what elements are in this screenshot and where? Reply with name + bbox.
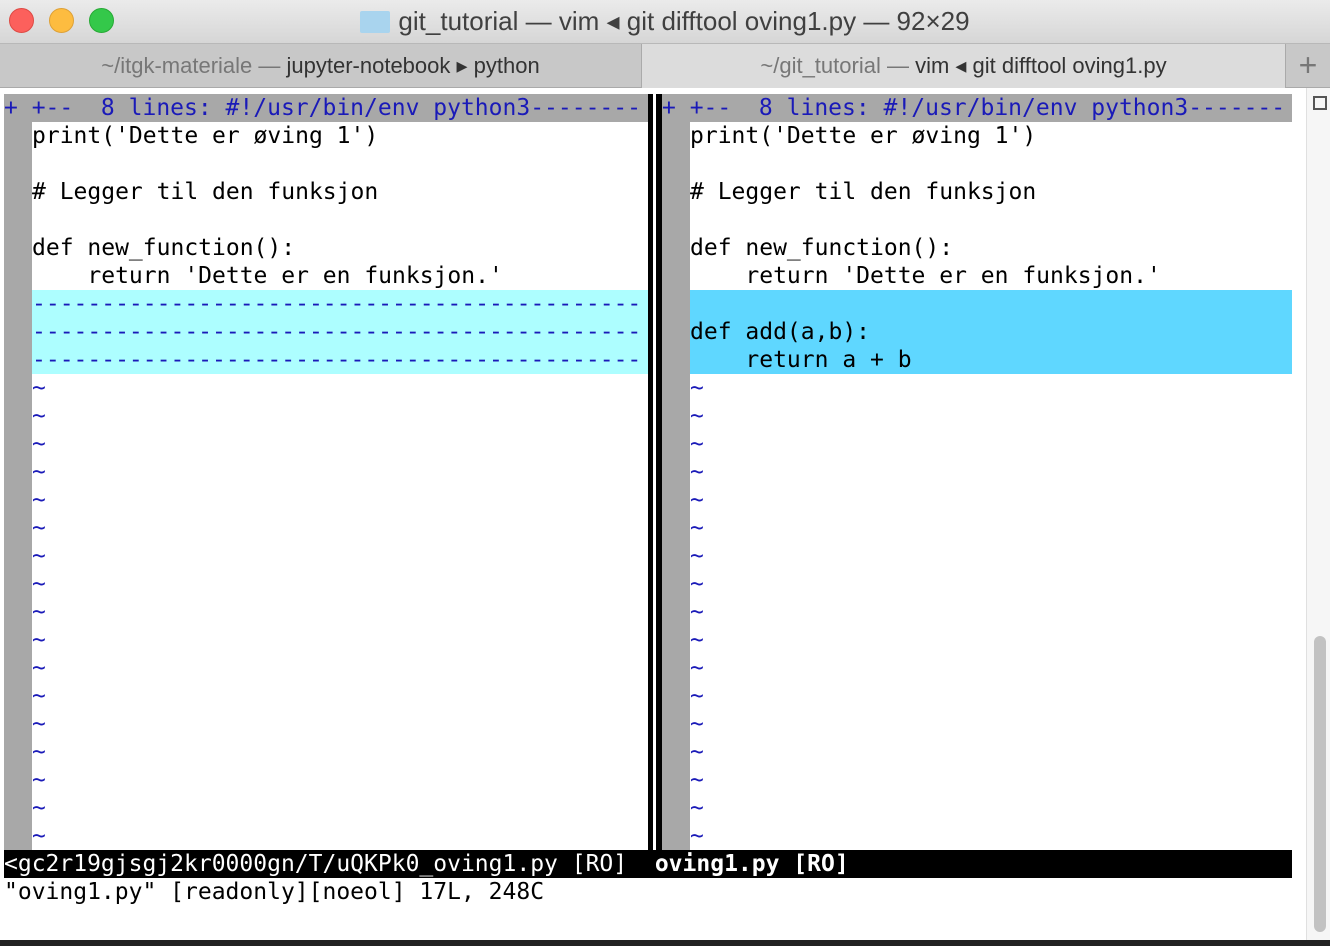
empty-line-tilde: ~ (32, 403, 46, 429)
tab-jupyter[interactable]: ~/itgk-materiale — jupyter-notebook ▸ py… (0, 44, 642, 88)
bottom-edge (0, 940, 1330, 946)
empty-line-tilde: ~ (32, 683, 46, 709)
status-right: oving1.py [RO] (654, 851, 849, 877)
empty-line-tilde: ~ (32, 711, 46, 737)
title-bar: git_tutorial — vim ◂ git difftool oving1… (0, 0, 1330, 44)
diff-filler-line: ----------------------------------------… (32, 318, 648, 346)
tab-vim[interactable]: ~/git_tutorial — vim ◂ git difftool ovin… (642, 44, 1286, 88)
diff-filler-line: ----------------------------------------… (32, 290, 648, 318)
window-title: git_tutorial — vim ◂ git difftool oving1… (0, 6, 1330, 37)
command-line: "oving1.py" [readonly][noeol] 17L, 248C (4, 879, 545, 905)
diff-added-line (690, 290, 1292, 318)
code-line: return 'Dette er en funksjon.' (32, 263, 503, 289)
scrollbar-thumb[interactable] (1314, 636, 1326, 932)
empty-line-tilde: ~ (690, 375, 704, 401)
diff-filler-line: ----------------------------------------… (32, 346, 648, 374)
empty-line-tilde: ~ (690, 683, 704, 709)
vim-terminal[interactable]: <gc2r19gjsgj2kr0000gn/T/uQKPk0_oving1.py… (4, 94, 1292, 906)
empty-line-tilde: ~ (32, 543, 46, 569)
empty-line-tilde: ~ (32, 655, 46, 681)
empty-line-tilde: ~ (32, 599, 46, 625)
empty-line-tilde: ~ (32, 823, 46, 849)
empty-line-tilde: ~ (690, 515, 704, 541)
empty-line-tilde: ~ (690, 767, 704, 793)
tab-label: vim ◂ git difftool oving1.py (915, 53, 1167, 78)
empty-line-tilde: ~ (32, 739, 46, 765)
folder-icon (360, 11, 391, 33)
empty-line-tilde: ~ (32, 795, 46, 821)
empty-line-tilde: ~ (32, 515, 46, 541)
empty-line-tilde: ~ (690, 543, 704, 569)
empty-line-tilde: ~ (690, 403, 704, 429)
window-title-text: git_tutorial — vim ◂ git difftool oving1… (398, 6, 970, 36)
code-line: def new_function(): (32, 235, 296, 261)
empty-line-tilde: ~ (32, 459, 46, 485)
code-line: print('Dette er øving 1') (32, 123, 379, 149)
empty-line-tilde: ~ (32, 431, 46, 457)
empty-line-tilde: ~ (690, 711, 704, 737)
diff-added-line: def add(a,b): (690, 318, 1292, 346)
empty-line-tilde: ~ (690, 627, 704, 653)
tab-label-dim: ~/itgk-materiale — (101, 53, 287, 78)
vertical-split-separator (648, 94, 662, 850)
empty-line-tilde: ~ (690, 571, 704, 597)
empty-line-tilde: ~ (690, 487, 704, 513)
fold-gutter (4, 122, 32, 850)
fold-line: + +-- 8 lines: #!/usr/bin/env python3---… (4, 94, 648, 122)
fold-gutter (662, 122, 690, 850)
empty-line-tilde: ~ (690, 459, 704, 485)
code-line: # Legger til den funksjon (32, 179, 379, 205)
scrollbar[interactable] (1306, 88, 1330, 940)
fold-line: + +-- 8 lines: #!/usr/bin/env python3---… (662, 94, 1292, 122)
empty-line-tilde: ~ (690, 655, 704, 681)
empty-line-tilde: ~ (32, 627, 46, 653)
empty-line-tilde: ~ (690, 599, 704, 625)
code-line: # Legger til den funksjon (690, 179, 1037, 205)
empty-line-tilde: ~ (32, 571, 46, 597)
empty-line-tilde: ~ (690, 795, 704, 821)
empty-line-tilde: ~ (690, 823, 704, 849)
code-line: print('Dette er øving 1') (690, 123, 1037, 149)
tab-label-dim: ~/git_tutorial — (760, 53, 916, 78)
new-tab-button[interactable]: + (1286, 44, 1330, 88)
empty-line-tilde: ~ (690, 739, 704, 765)
tab-label: jupyter-notebook ▸ python (286, 53, 540, 78)
empty-line-tilde: ~ (32, 487, 46, 513)
empty-line-tilde: ~ (32, 375, 46, 401)
code-line: def new_function(): (690, 235, 954, 261)
diff-added-line: return a + b (690, 346, 1292, 374)
tab-bar: ~/itgk-materiale — jupyter-notebook ▸ py… (0, 44, 1330, 88)
empty-line-tilde: ~ (690, 431, 704, 457)
status-line: <gc2r19gjsgj2kr0000gn/T/uQKPk0_oving1.py… (4, 850, 1292, 878)
status-left: <gc2r19gjsgj2kr0000gn/T/uQKPk0_oving1.py… (4, 851, 628, 877)
split-view-icon[interactable] (1313, 96, 1327, 110)
empty-line-tilde: ~ (32, 767, 46, 793)
code-line: return 'Dette er en funksjon.' (690, 263, 1161, 289)
